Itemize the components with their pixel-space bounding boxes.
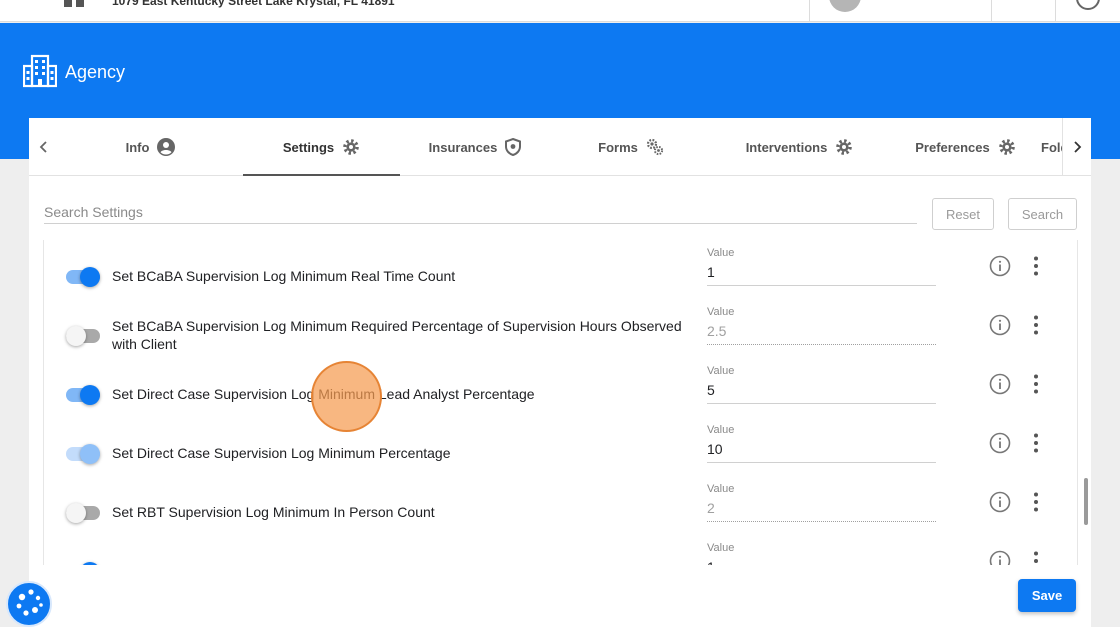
tab-settings[interactable]: Settings <box>243 118 400 176</box>
tab-label: Preferences <box>915 139 990 155</box>
value-caption: Value <box>707 424 735 436</box>
value-caption: Value <box>707 483 735 495</box>
chevron-right-icon <box>1074 141 1082 153</box>
setting-row: Set RBT Supervision Log Minimum In Perso… <box>44 476 1077 535</box>
setting-row: Set BCaBA Supervision Log Minimum Requir… <box>44 299 1077 358</box>
more-vertical-icon[interactable] <box>1029 550 1043 565</box>
tab-label: Insurances <box>428 139 498 155</box>
tab-info[interactable]: Info <box>58 118 243 176</box>
setting-label: Set Direct Case Supervision Log Minimum … <box>112 445 451 461</box>
divider <box>809 0 810 21</box>
tab-label: Forms <box>598 139 638 155</box>
tab-scroll-left-button[interactable] <box>29 118 58 176</box>
setting-label: Set Direct Case Supervision Log Minimum … <box>112 386 535 402</box>
info-icon[interactable] <box>989 491 1011 513</box>
info-icon[interactable] <box>989 373 1011 395</box>
tab-forms[interactable]: Forms <box>550 118 712 176</box>
tab-label: Info <box>125 139 150 155</box>
help-icon[interactable] <box>1076 0 1100 10</box>
setting-label: Set BCaBA Supervision Log Minimum Requir… <box>112 318 682 352</box>
more-vertical-icon[interactable] <box>1029 491 1043 513</box>
info-icon[interactable] <box>989 550 1011 565</box>
tab-preferences[interactable]: Preferences <box>887 118 1044 176</box>
setting-toggle[interactable] <box>66 267 100 287</box>
floating-menu-button[interactable] <box>6 581 52 627</box>
scrollbar-thumb[interactable] <box>1084 478 1088 525</box>
building-icon <box>23 54 57 88</box>
tabs: Info Settings Insurances Forms Intervent… <box>58 118 1062 176</box>
settings-card: Info Settings Insurances Forms Intervent… <box>29 118 1091 627</box>
setting-toggle[interactable] <box>66 326 100 346</box>
tab-bar: Info Settings Insurances Forms Intervent… <box>29 118 1091 176</box>
setting-toggle[interactable] <box>66 444 100 464</box>
info-icon[interactable] <box>989 314 1011 336</box>
value-input[interactable]: 5 <box>707 382 936 404</box>
info-icon[interactable] <box>989 432 1011 454</box>
value-caption: Value <box>707 365 735 377</box>
divider <box>1055 0 1056 21</box>
gear-icon <box>836 139 853 155</box>
setting-row: Value 1 <box>44 535 1077 565</box>
gears-icon <box>646 138 663 156</box>
value-input[interactable]: 1 <box>707 264 936 286</box>
setting-row: Set Direct Case Supervision Log Minimum … <box>44 358 1077 417</box>
value-input[interactable]: 10 <box>707 441 936 463</box>
more-vertical-icon[interactable] <box>1029 255 1043 277</box>
chevron-left-icon <box>39 141 47 153</box>
more-vertical-icon[interactable] <box>1029 373 1043 395</box>
app-logo <box>64 0 98 7</box>
save-button[interactable]: Save <box>1018 579 1076 612</box>
tab-label: Settings <box>282 139 335 155</box>
value-input[interactable]: 2.5 <box>707 323 936 345</box>
tab-interventions[interactable]: Interventions <box>712 118 887 176</box>
more-vertical-icon[interactable] <box>1029 314 1043 336</box>
tab-label: Folder St <box>1041 139 1062 155</box>
search-row: Reset Search <box>29 176 1091 240</box>
tab-insurances[interactable]: Insurances <box>400 118 550 176</box>
value-input[interactable]: 1 <box>707 559 936 565</box>
bell-icon[interactable] <box>1012 0 1034 8</box>
account-circle-icon <box>157 138 176 156</box>
user-avatar[interactable] <box>829 0 861 12</box>
gear-icon <box>343 139 359 155</box>
setting-row: Set Direct Case Supervision Log Minimum … <box>44 417 1077 476</box>
value-caption: Value <box>707 542 735 554</box>
info-icon[interactable] <box>989 255 1011 277</box>
shield-icon <box>505 138 522 156</box>
setting-toggle[interactable] <box>66 503 100 523</box>
setting-label: Set BCaBA Supervision Log Minimum Real T… <box>112 268 456 284</box>
more-vertical-icon[interactable] <box>1029 432 1043 454</box>
setting-toggle[interactable] <box>66 385 100 405</box>
agency-address: 1079 East Kentucky Street Lake Krystal, … <box>112 0 395 8</box>
gear-icon <box>998 139 1015 155</box>
tab-label: Interventions <box>745 139 828 155</box>
settings-list: Set BCaBA Supervision Log Minimum Real T… <box>43 240 1078 565</box>
palette-dots-icon <box>16 589 43 616</box>
reset-button[interactable]: Reset <box>932 198 994 230</box>
page-title: Agency <box>65 62 126 82</box>
value-caption: Value <box>707 306 735 318</box>
tab-folder-structure[interactable]: Folder St <box>1041 118 1062 176</box>
setting-label: Set RBT Supervision Log Minimum In Perso… <box>112 504 435 520</box>
value-caption: Value <box>707 247 735 259</box>
search-settings-input[interactable] <box>44 200 917 224</box>
divider <box>991 0 992 21</box>
setting-row: Set BCaBA Supervision Log Minimum Real T… <box>44 240 1077 299</box>
search-button[interactable]: Search <box>1008 198 1077 230</box>
top-bar: 1079 East Kentucky Street Lake Krystal, … <box>0 0 1120 22</box>
tab-scroll-right-button[interactable] <box>1062 118 1091 176</box>
value-input[interactable]: 2 <box>707 500 936 522</box>
